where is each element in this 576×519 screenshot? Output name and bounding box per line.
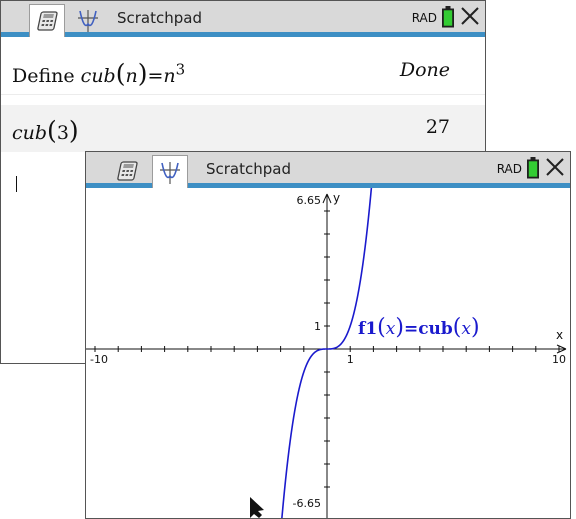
history-entry[interactable]: Define cub(n)=n3 Done [1,48,485,95]
x-axis-name: x [556,328,563,342]
calculator-icon [37,11,58,31]
function-name: cub [80,65,116,87]
graph-icon [78,10,98,32]
close-icon[interactable] [544,156,566,178]
define-keyword: Define [12,65,81,87]
x-max-label[interactable]: 10 [552,353,566,366]
y-max-label[interactable]: 6.65 [297,194,322,207]
title-bar: Scratchpad RAD [86,152,570,188]
function-label[interactable]: f1(x)=cub(x) [358,315,480,340]
window-title: Scratchpad [206,160,291,178]
tab-calculator[interactable] [29,4,65,37]
angle-mode-indicator: RAD [496,162,522,176]
angle-mode-indicator: RAD [411,11,437,25]
title-accent-bar [1,32,485,37]
window-title: Scratchpad [117,9,202,27]
function-variable: x [386,319,396,339]
history-result: Done [399,59,450,81]
graph-icon [160,162,180,184]
history-result: 27 [425,116,450,138]
x-tick-label: 1 [347,353,354,366]
history-expression: cub(3) [12,116,79,145]
mouse-pointer-icon [250,497,264,518]
tab-graph[interactable] [152,155,188,188]
y-axis-name: y [333,191,340,205]
x-min-label[interactable]: -10 [90,353,108,366]
axes [86,193,567,518]
battery-icon [527,157,539,179]
history-entry[interactable]: cub(3) 27 [1,105,485,152]
function-arg: 3 [56,122,69,144]
calculator-icon [117,161,138,181]
y-tick-label: 1 [314,320,321,333]
y-min-label[interactable]: -6.65 [293,497,321,510]
history-expression: Define cub(n)=n3 [12,59,186,88]
function-equals: = [404,319,418,339]
function-body: cub [418,319,453,339]
function-name: cub [12,122,48,144]
graph-canvas[interactable]: -10 10 6.65 -6.65 1 1 x y f1(x)=cub(x) [86,188,570,518]
function-argument: x [461,319,471,339]
equals-sign: = [147,65,164,87]
battery-icon [442,6,454,28]
entry-line-cursor[interactable] [16,176,17,192]
graph-window: Scratchpad RAD -10 10 6.65 -6.65 1 1 x y… [85,151,571,519]
close-icon[interactable] [459,5,481,27]
title-bar: Scratchpad RAD [1,1,485,37]
power-base: n [163,65,176,87]
power-exponent: 3 [175,60,186,79]
function-name: f1 [358,319,377,339]
function-arg: n [125,65,138,87]
